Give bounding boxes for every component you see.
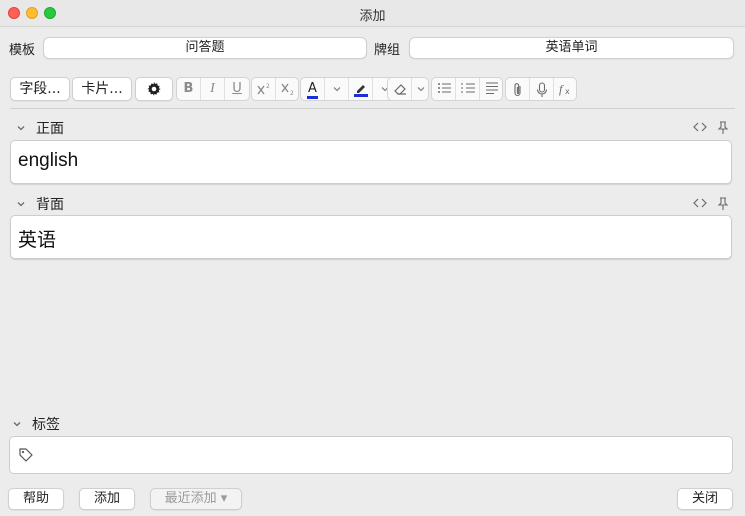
chevron-down-icon[interactable]	[12, 419, 22, 429]
text-style-group: B I U	[176, 77, 250, 101]
gear-icon	[147, 82, 161, 96]
numbered-list-button[interactable]	[456, 78, 480, 100]
highlight-color-button[interactable]	[349, 78, 373, 100]
subscript-icon: 2	[281, 83, 294, 97]
record-audio-button[interactable]	[530, 78, 554, 100]
tags-input[interactable]	[9, 436, 733, 474]
field-header-back: 背面	[10, 194, 735, 214]
clear-format-button[interactable]	[388, 78, 412, 100]
text-color-button[interactable]: A	[301, 78, 325, 100]
window-title: 添加	[359, 9, 386, 24]
chevron-down-icon[interactable]	[16, 123, 26, 133]
svg-text:f: f	[559, 82, 564, 96]
clear-format-dropdown[interactable]	[412, 78, 428, 100]
paperclip-icon	[513, 83, 521, 97]
chevron-down-icon[interactable]	[16, 199, 26, 209]
field-name-back: 背面	[36, 197, 64, 213]
function-icon: fx	[559, 82, 570, 96]
color-group: A	[300, 77, 396, 101]
pin-icon[interactable]	[717, 197, 729, 210]
numbered-list-icon	[461, 83, 475, 93]
superscript-button[interactable]: 2	[252, 78, 276, 100]
notetype-label: 模板	[9, 43, 36, 58]
media-group: fx	[505, 77, 577, 101]
chevron-down-icon	[417, 87, 425, 92]
italic-button[interactable]: I	[201, 78, 225, 100]
svg-text:2: 2	[266, 83, 270, 90]
field-editor-back[interactable]: 英语	[10, 215, 732, 259]
tags-label: 标签	[32, 417, 60, 433]
fields-button[interactable]: 字段...	[10, 77, 70, 101]
history-button[interactable]: 最近添加 ▾	[150, 488, 242, 510]
add-button[interactable]: 添加	[79, 488, 135, 510]
underline-button[interactable]: U	[225, 78, 249, 100]
text-color-letter: A	[307, 81, 318, 99]
deck-label: 牌组	[374, 43, 401, 58]
deck-selector[interactable]: 英语单词	[409, 37, 734, 59]
title-bar: 添加	[0, 0, 745, 27]
html-editor-icon[interactable]	[693, 197, 707, 209]
text-color-dropdown[interactable]	[325, 78, 349, 100]
bold-button[interactable]: B	[177, 78, 201, 100]
notetype-selector[interactable]: 问答题	[43, 37, 367, 59]
close-button[interactable]: 关闭	[677, 488, 733, 510]
list-group	[431, 77, 503, 101]
bullet-list-icon	[437, 83, 451, 93]
attach-button[interactable]	[506, 78, 530, 100]
field-header-front: 正面	[10, 118, 735, 138]
eraser-group	[387, 77, 429, 101]
svg-text:x: x	[565, 87, 570, 96]
chevron-down-icon	[333, 87, 340, 92]
field-name-front: 正面	[36, 121, 64, 137]
tags-header: 标签	[6, 414, 731, 434]
bullet-list-button[interactable]	[432, 78, 456, 100]
highlighter-icon	[353, 85, 368, 97]
settings-button[interactable]	[135, 77, 173, 101]
align-button[interactable]	[480, 78, 502, 100]
svg-text:2: 2	[290, 90, 294, 96]
help-button[interactable]: 帮助	[8, 488, 64, 510]
pin-icon[interactable]	[717, 121, 729, 134]
subscript-button[interactable]: 2	[276, 78, 298, 100]
align-left-icon	[486, 82, 498, 94]
microphone-icon	[536, 82, 547, 97]
script-group: 2 2	[251, 77, 299, 101]
math-button[interactable]: fx	[554, 78, 576, 100]
toolbar-separator	[10, 108, 735, 109]
field-editor-front[interactable]: english	[10, 140, 732, 184]
tag-icon	[19, 448, 33, 462]
superscript-icon: 2	[256, 83, 270, 95]
html-editor-icon[interactable]	[693, 121, 707, 133]
eraser-icon	[393, 84, 406, 95]
cards-button[interactable]: 卡片...	[72, 77, 132, 101]
